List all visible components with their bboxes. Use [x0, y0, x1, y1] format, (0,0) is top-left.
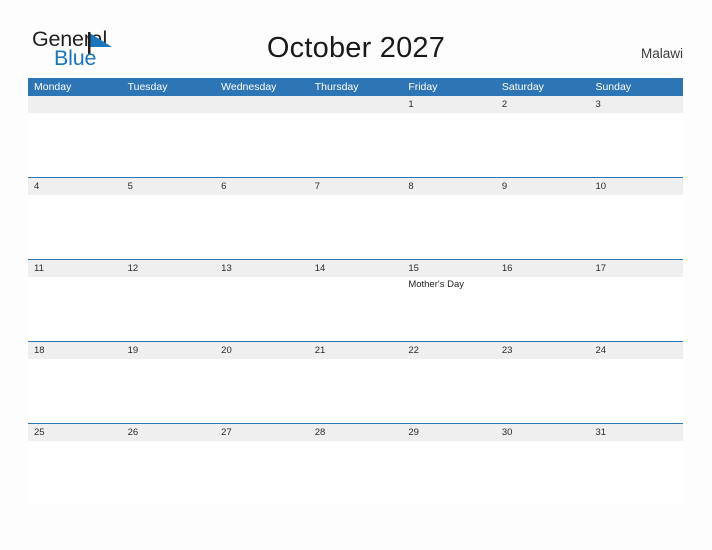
day-number-6[interactable]: 6	[215, 178, 309, 195]
day-cell-23[interactable]	[496, 359, 590, 423]
weekday-header-saturday: Saturday	[501, 81, 544, 93]
weekday-header-monday: Monday	[34, 81, 72, 93]
week-date-band: 25 26 27 28 29 30 31	[28, 424, 683, 441]
day-number-13[interactable]: 13	[215, 260, 309, 277]
day-cell-empty	[215, 113, 309, 177]
day-cell-25[interactable]	[28, 441, 122, 505]
day-number-8[interactable]: 8	[402, 178, 496, 195]
day-cell-24[interactable]	[589, 359, 683, 423]
day-cell-16[interactable]	[496, 277, 590, 341]
day-number-5[interactable]: 5	[122, 178, 216, 195]
day-cell-27[interactable]	[215, 441, 309, 505]
day-cell-11[interactable]	[28, 277, 122, 341]
monthly-calendar: Monday Tuesday Wednesday Thursday Friday Satu…	[28, 78, 683, 505]
weekday-header-wednesday: Wednesday	[221, 81, 277, 93]
day-number-22[interactable]: 22	[402, 342, 496, 359]
calendar-week-row: 11 12 13 14 15 16 17 Mother's Day	[28, 259, 683, 341]
country-label: Malawi	[640, 46, 683, 61]
day-number-1[interactable]: 1	[402, 96, 496, 113]
day-number-20[interactable]: 20	[215, 342, 309, 359]
day-cell-2[interactable]	[496, 113, 590, 177]
day-number-31[interactable]: 31	[589, 424, 683, 441]
page-header-bar: General Blue October 2027 Malawi	[0, 0, 712, 78]
day-cell-1[interactable]	[402, 113, 496, 177]
day-number-11[interactable]: 11	[28, 260, 122, 277]
day-cell-31[interactable]	[589, 441, 683, 505]
day-number-25[interactable]: 25	[28, 424, 122, 441]
day-cell-6[interactable]	[215, 195, 309, 259]
day-number-empty	[28, 96, 122, 113]
day-cell-12[interactable]	[122, 277, 216, 341]
day-cell-empty	[309, 113, 403, 177]
day-number-27[interactable]: 27	[215, 424, 309, 441]
calendar-week-row: 4 5 6 7 8 9 10	[28, 177, 683, 259]
week-date-band: 11 12 13 14 15 16 17	[28, 260, 683, 277]
day-number-15[interactable]: 15	[402, 260, 496, 277]
day-cell-9[interactable]	[496, 195, 590, 259]
day-cell-22[interactable]	[402, 359, 496, 423]
day-cell-empty	[28, 113, 122, 177]
day-number-9[interactable]: 9	[496, 178, 590, 195]
day-number-16[interactable]: 16	[496, 260, 590, 277]
day-cell-19[interactable]	[122, 359, 216, 423]
day-number-7[interactable]: 7	[309, 178, 403, 195]
week-event-band	[28, 441, 683, 505]
day-cell-21[interactable]	[309, 359, 403, 423]
weekday-header-friday: Friday	[408, 81, 438, 93]
week-event-band	[28, 359, 683, 423]
week-event-band	[28, 113, 683, 177]
day-number-empty	[122, 96, 216, 113]
day-cell-7[interactable]	[309, 195, 403, 259]
day-number-23[interactable]: 23	[496, 342, 590, 359]
day-cell-4[interactable]	[28, 195, 122, 259]
day-cell-8[interactable]	[402, 195, 496, 259]
calendar-week-row: 18 19 20 21 22 23 24	[28, 341, 683, 423]
day-cell-13[interactable]	[215, 277, 309, 341]
day-number-3[interactable]: 3	[589, 96, 683, 113]
week-date-band: 4 5 6 7 8 9 10	[28, 178, 683, 195]
day-cell-5[interactable]	[122, 195, 216, 259]
day-cell-28[interactable]	[309, 441, 403, 505]
weekday-header-row: Monday Tuesday Wednesday Thursday Friday Satu…	[28, 78, 683, 96]
day-cell-15[interactable]: Mother's Day	[402, 277, 496, 341]
day-number-14[interactable]: 14	[309, 260, 403, 277]
day-number-18[interactable]: 18	[28, 342, 122, 359]
weekday-header-thursday: Thursday	[314, 81, 359, 93]
day-cell-26[interactable]	[122, 441, 216, 505]
week-event-band: Mother's Day	[28, 277, 683, 341]
day-cell-10[interactable]	[589, 195, 683, 259]
day-cell-29[interactable]	[402, 441, 496, 505]
week-event-band	[28, 195, 683, 259]
day-cell-17[interactable]	[589, 277, 683, 341]
day-number-30[interactable]: 30	[496, 424, 590, 441]
day-cell-empty	[122, 113, 216, 177]
day-number-24[interactable]: 24	[589, 342, 683, 359]
day-number-17[interactable]: 17	[589, 260, 683, 277]
day-number-10[interactable]: 10	[589, 178, 683, 195]
calendar-week-row: 25 26 27 28 29 30 31	[28, 423, 683, 505]
weekday-header-tuesday: Tuesday	[127, 81, 168, 93]
page-title: October 2027	[266, 32, 446, 64]
calendar-week-row: 123	[28, 96, 683, 177]
day-number-29[interactable]: 29	[402, 424, 496, 441]
calendar-week-rows: 1 2 3 4 5 6 7 8 9 10 11 12 13 14 15 16 17 Mother's Day 18 1…	[28, 96, 683, 505]
day-number-19[interactable]: 19	[122, 342, 216, 359]
day-number-21[interactable]: 21	[309, 342, 403, 359]
day-cell-14[interactable]	[309, 277, 403, 341]
day-cell-30[interactable]	[496, 441, 590, 505]
day-cell-3[interactable]	[589, 113, 683, 177]
day-number-4[interactable]: 4	[28, 178, 122, 195]
calendar-event: Mother's Day	[408, 279, 464, 290]
day-number-12[interactable]: 12	[122, 260, 216, 277]
day-cell-18[interactable]	[28, 359, 122, 423]
day-number-empty	[215, 96, 309, 113]
day-cell-20[interactable]	[215, 359, 309, 423]
week-date-band: 18 19 20 21 22 23 24	[28, 342, 683, 359]
weekday-header-sunday: Sunday	[595, 81, 632, 93]
week-date-band: 123	[28, 96, 683, 113]
day-number-28[interactable]: 28	[309, 424, 403, 441]
day-number-26[interactable]: 26	[122, 424, 216, 441]
day-number-2[interactable]: 2	[496, 96, 590, 113]
day-number-empty	[309, 96, 403, 113]
